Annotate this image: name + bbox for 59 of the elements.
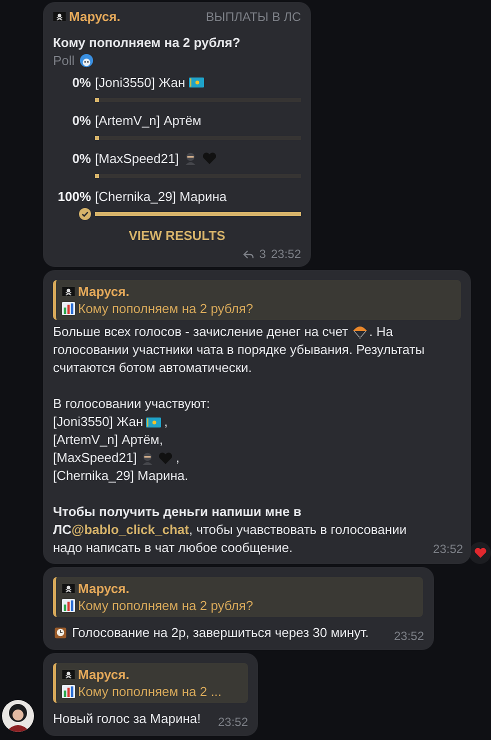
quoted-text: Кому пополняем на 2 рубля? <box>78 300 254 317</box>
participant-name: [ArtemV_n] Артём, <box>53 431 163 449</box>
message-time: 23:52 <box>392 629 424 643</box>
bar-chart-icon <box>62 302 75 315</box>
quoted-text: Кому пополняем на 2 рубля? <box>78 597 254 614</box>
view-results-button[interactable]: VIEW RESULTS <box>122 226 232 245</box>
clock-icon <box>53 626 68 638</box>
heart-icon <box>202 152 217 165</box>
message-text: Голосование на 2р, завершиться через 30 минут. <box>72 624 369 640</box>
option-percent: 0% <box>71 75 91 90</box>
option-percent: 0% <box>71 113 91 128</box>
bar-chart-icon <box>62 599 75 612</box>
parachute-icon <box>352 324 368 340</box>
reply-count[interactable]: 3 <box>259 247 266 261</box>
poll-question: Кому пополняем на 2 рубля? <box>53 35 242 50</box>
heart-icon <box>158 452 173 464</box>
option-label: [ArtemV_n] Артём <box>95 113 202 128</box>
username-link[interactable]: @bablo_click_chat <box>72 522 189 537</box>
check-icon <box>79 208 91 220</box>
bar-chart-icon <box>62 685 75 698</box>
punctuation: , <box>176 449 180 467</box>
participant-name: [Chernika_29] Марина. <box>53 467 188 485</box>
mascot-icon <box>78 53 94 68</box>
message-text: Чтобы получить деньги напиши мне в ЛС@bablo_click_chat, чтобы учавствовать в голосовании надо написать в чат любое сообщение. <box>53 503 408 557</box>
reply-quote[interactable]: Маруся. Кому пополняем на 2 рубля? <box>53 577 423 617</box>
message-text: Больше всех голосов - зачисление денег на счет <box>53 323 348 341</box>
participant-name: [MaxSpeed21] <box>53 449 137 467</box>
heart-icon <box>474 547 487 559</box>
option-percent: 0% <box>71 151 91 166</box>
message-time: 23:52 <box>270 247 301 261</box>
message-text: Новый голос за Марина! <box>53 710 201 726</box>
punctuation: , <box>164 413 168 431</box>
pirate-flag-icon <box>62 287 75 296</box>
poll-type: Poll <box>53 53 75 68</box>
reaction-badge[interactable] <box>469 542 491 564</box>
option-label: [Joni3550] Жан <box>95 75 186 90</box>
sender-name[interactable]: Маруся. <box>69 9 120 24</box>
flag-icon <box>146 416 162 428</box>
participant-name: [Joni3550] Жан <box>53 413 144 431</box>
option-percent: 100% <box>56 189 91 204</box>
pirate-flag-icon <box>62 584 75 593</box>
quoted-sender: Маруся. <box>78 666 130 683</box>
option-label: [Chernika_29] Марина <box>95 189 227 204</box>
quoted-sender: Маруся. <box>78 580 130 597</box>
message-time: 23:52 <box>216 715 248 729</box>
pirate-flag-icon <box>53 12 66 21</box>
reply-icon <box>243 250 254 258</box>
quoted-text: Кому пополняем на 2 ... <box>78 683 222 700</box>
message-text: . На <box>369 323 393 341</box>
message-time: 23:52 <box>433 541 464 558</box>
flag-icon <box>189 76 204 89</box>
reply-quote[interactable]: Маруся. Кому пополняем на 2 ... <box>53 663 248 703</box>
option-label: [MaxSpeed21] <box>95 151 179 166</box>
pirate-flag-icon <box>62 670 75 679</box>
participants-heading: В голосовании участвуют: <box>53 396 210 411</box>
reply-quote[interactable]: Маруся. Кому пополняем на 2 рубля? <box>53 280 462 320</box>
message-text: голосовании участники чата в порядке убывания. Результаты считаются ботом автоматически. <box>53 341 426 377</box>
sender-title: ВЫПЛАТЫ В ЛС <box>206 10 301 24</box>
quoted-sender: Маруся. <box>78 283 130 300</box>
